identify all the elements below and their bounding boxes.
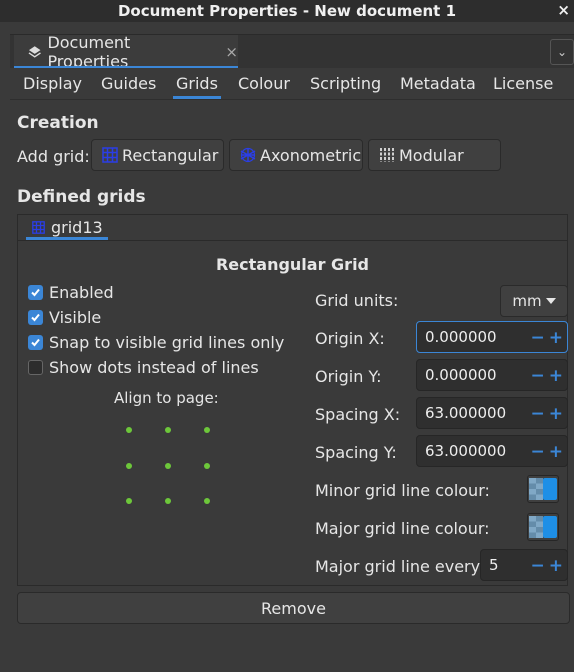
show-dots-checkbox[interactable]: Show dots instead of lines xyxy=(28,358,259,377)
checkbox-checked-icon xyxy=(28,285,43,300)
anchor-top-center[interactable] xyxy=(161,423,175,437)
origin-y-value: 0.000000 xyxy=(425,366,497,384)
grid-units-label: Grid units: xyxy=(315,291,399,310)
dock-tab-document-properties[interactable]: Document Properties × xyxy=(14,33,238,71)
origin-y-label: Origin Y: xyxy=(315,367,382,386)
plus-icon[interactable]: + xyxy=(549,328,563,348)
checkbox-checked-icon xyxy=(28,335,43,350)
major-colour-button[interactable] xyxy=(527,513,559,541)
tab-grids[interactable]: Grids xyxy=(176,74,218,93)
spacing-x-value: 63.000000 xyxy=(425,404,507,422)
spacing-x-spinbutton[interactable]: 63.000000 − + xyxy=(416,397,568,429)
tab-license[interactable]: License xyxy=(493,74,553,93)
add-grid-label: Add grid: xyxy=(17,147,90,166)
spacing-y-label: Spacing Y: xyxy=(315,443,397,462)
button-label: Modular xyxy=(399,145,464,165)
axonometric-grid-icon xyxy=(240,147,256,163)
anchor-middle-left[interactable] xyxy=(122,459,136,473)
spacing-y-spinbutton[interactable]: 63.000000 − + xyxy=(416,435,568,467)
tab-scripting[interactable]: Scripting xyxy=(310,74,381,93)
tab-guides[interactable]: Guides xyxy=(101,74,156,93)
add-modular-button[interactable]: Modular xyxy=(368,139,501,171)
minus-icon[interactable]: − xyxy=(531,556,545,576)
align-to-page-label: Align to page: xyxy=(114,389,219,407)
remove-grid-button[interactable]: Remove xyxy=(17,592,570,624)
notebook-tabs: Display Guides Grids Colour Scripting Me… xyxy=(10,68,574,100)
window-titlebar: Document Properties - New document 1 × xyxy=(0,0,574,22)
anchor-center[interactable] xyxy=(161,459,175,473)
anchor-bottom-center[interactable] xyxy=(161,494,175,508)
checkbox-unchecked-icon xyxy=(28,360,43,375)
grid-type-heading: Rectangular Grid xyxy=(215,255,370,274)
plus-icon[interactable]: + xyxy=(549,404,563,424)
spacing-x-label: Spacing X: xyxy=(315,405,401,424)
minus-icon[interactable]: − xyxy=(531,328,545,348)
snap-visible-checkbox[interactable]: Snap to visible grid lines only xyxy=(28,333,284,352)
major-colour-label: Major grid line colour: xyxy=(315,519,490,538)
anchor-top-right[interactable] xyxy=(200,423,214,437)
dock-tabbar: Document Properties × ⌄ xyxy=(10,33,574,71)
anchor-top-left[interactable] xyxy=(122,423,136,437)
checkbox-checked-icon xyxy=(28,310,43,325)
remove-label: Remove xyxy=(261,598,326,618)
tab-display[interactable]: Display xyxy=(23,74,82,93)
document-properties-icon xyxy=(28,46,41,58)
origin-x-spinbutton[interactable]: 0.000000 − + xyxy=(416,321,568,353)
visible-checkbox[interactable]: Visible xyxy=(28,308,101,327)
major-every-label: Major grid line every: xyxy=(315,557,485,576)
origin-y-spinbutton[interactable]: 0.000000 − + xyxy=(416,359,568,391)
modular-grid-icon xyxy=(380,148,394,162)
rectangular-grid-icon xyxy=(32,221,45,234)
active-tab-indicator xyxy=(173,96,221,99)
defined-grids-title: Defined grids xyxy=(17,187,146,207)
plus-icon[interactable]: + xyxy=(549,556,563,576)
rectangular-grid-icon xyxy=(102,147,118,163)
major-every-spinbutton[interactable]: 5 − + xyxy=(480,549,568,581)
spacing-y-value: 63.000000 xyxy=(425,442,507,460)
tab-grid13[interactable]: grid13 xyxy=(26,215,108,240)
checkbox-label: Snap to visible grid lines only xyxy=(49,333,285,352)
plus-icon[interactable]: + xyxy=(549,442,563,462)
minus-icon[interactable]: − xyxy=(531,442,545,462)
checkbox-label: Show dots instead of lines xyxy=(49,358,259,377)
dropdown-arrow-icon xyxy=(545,298,556,304)
add-rectangular-button[interactable]: Rectangular xyxy=(91,139,224,171)
origin-x-label: Origin X: xyxy=(315,329,385,348)
plus-icon[interactable]: + xyxy=(549,366,563,386)
minor-colour-button[interactable] xyxy=(527,475,559,503)
checkbox-label: Enabled xyxy=(49,283,114,302)
enabled-checkbox[interactable]: Enabled xyxy=(28,283,114,302)
close-tab-icon[interactable]: × xyxy=(225,43,238,61)
add-axonometric-button[interactable]: Axonometric xyxy=(229,139,363,171)
colour-swatch-icon xyxy=(529,478,557,500)
checkbox-label: Visible xyxy=(49,308,102,327)
chevron-down-icon: ⌄ xyxy=(556,45,568,59)
creation-title: Creation xyxy=(17,113,99,133)
origin-x-value: 0.000000 xyxy=(425,328,497,346)
major-every-value: 5 xyxy=(489,556,499,574)
grid-tab-label: grid13 xyxy=(51,218,103,237)
grid-units-dropdown[interactable]: mm xyxy=(500,285,568,317)
grid-units-value: mm xyxy=(512,292,542,310)
tab-colour[interactable]: Colour xyxy=(238,74,290,93)
tab-metadata[interactable]: Metadata xyxy=(400,74,476,93)
dock-menu-button[interactable]: ⌄ xyxy=(550,39,574,65)
divider xyxy=(18,240,567,241)
minus-icon[interactable]: − xyxy=(531,366,545,386)
button-label: Axonometric xyxy=(260,145,362,165)
close-icon[interactable]: × xyxy=(557,1,570,19)
button-label: Rectangular xyxy=(122,145,219,165)
colour-swatch-icon xyxy=(529,516,557,538)
window-title: Document Properties - New document 1 xyxy=(117,2,457,20)
anchor-middle-right[interactable] xyxy=(200,459,214,473)
minor-colour-label: Minor grid line colour: xyxy=(315,481,490,500)
anchor-bottom-left[interactable] xyxy=(122,494,136,508)
grids-panel: Display Guides Grids Colour Scripting Me… xyxy=(10,68,574,672)
minus-icon[interactable]: − xyxy=(531,404,545,424)
anchor-bottom-right[interactable] xyxy=(200,494,214,508)
defined-grids-notebook: grid13 Rectangular Grid Enabled Visible … xyxy=(17,214,568,586)
